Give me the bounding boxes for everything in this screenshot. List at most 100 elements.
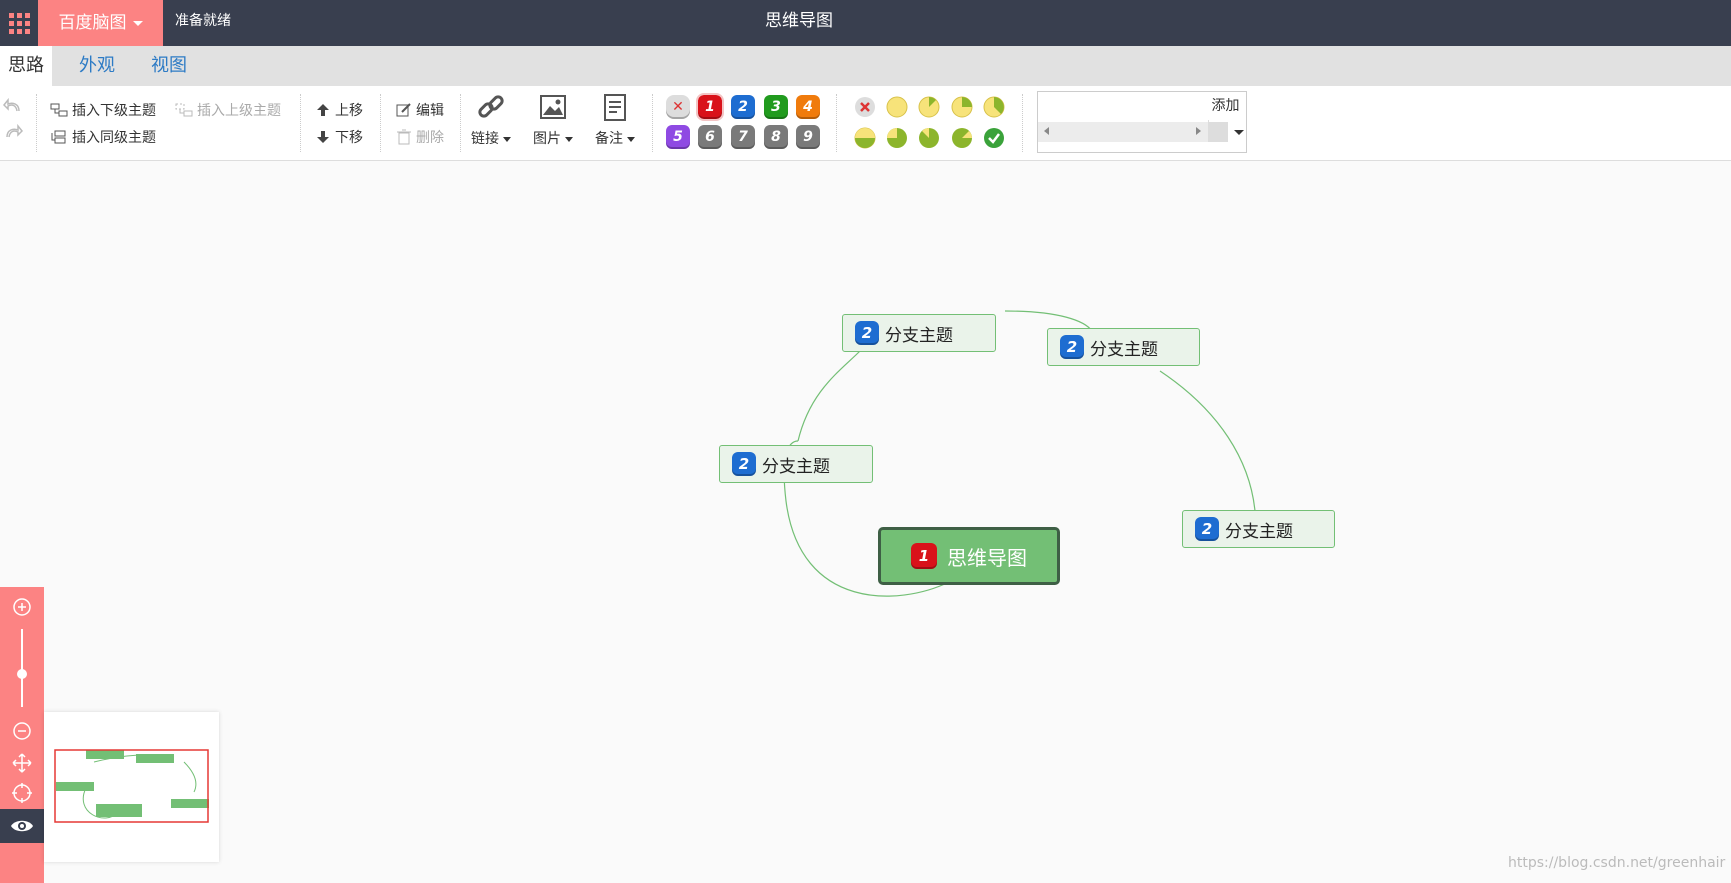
priority-7-icon[interactable]: 7 xyxy=(731,125,755,149)
branch-label: 分支主题 xyxy=(885,325,953,346)
resource-dropdown-icon[interactable] xyxy=(1234,130,1244,135)
edit-label: 编辑 xyxy=(416,103,444,119)
move-up-label: 上移 xyxy=(335,103,363,119)
priority-2-icon: 2 xyxy=(1060,335,1084,359)
divider xyxy=(300,94,301,152)
priority-9-icon[interactable]: 9 xyxy=(796,125,820,149)
chevron-down-icon xyxy=(565,136,573,142)
redo-icon[interactable] xyxy=(3,122,23,140)
scroll-thumb[interactable] xyxy=(1208,122,1228,142)
zoom-slider[interactable] xyxy=(21,629,23,707)
zoom-out-icon[interactable] xyxy=(12,721,32,741)
link-icon xyxy=(478,95,504,118)
insert-sibling-button[interactable]: 插入同级主题 xyxy=(50,127,156,147)
chevron-down-icon xyxy=(503,136,511,142)
navigator-toggle-button[interactable] xyxy=(0,809,44,843)
branch-label: 分支主题 xyxy=(1090,339,1158,360)
delete-label: 删除 xyxy=(416,130,444,146)
priority-2-icon: 2 xyxy=(855,321,879,345)
minimap-preview xyxy=(54,749,209,823)
priority-3-icon[interactable]: 3 xyxy=(764,95,788,119)
progress-7-icon[interactable] xyxy=(951,127,973,149)
minimap[interactable] xyxy=(44,712,219,862)
priority-5-icon[interactable]: 5 xyxy=(666,125,690,149)
move-down-label: 下移 xyxy=(335,130,363,146)
insert-parent-icon xyxy=(175,103,193,117)
image-button[interactable]: 图片 xyxy=(528,92,578,148)
image-label: 图片 xyxy=(533,131,561,147)
divider xyxy=(836,94,837,152)
priority-2-icon: 2 xyxy=(732,452,756,476)
trash-icon xyxy=(397,129,411,145)
progress-done-icon[interactable] xyxy=(983,127,1005,149)
root-node[interactable]: 1 思维导图 xyxy=(878,527,1060,585)
link-button[interactable]: 链接 xyxy=(466,92,516,148)
progress-0-icon[interactable] xyxy=(886,96,908,118)
resource-add-button[interactable]: 添加 xyxy=(1205,92,1246,120)
zoom-in-icon[interactable] xyxy=(12,597,32,617)
tab-view[interactable]: 视图 xyxy=(143,46,195,86)
branch-label: 分支主题 xyxy=(1225,521,1293,542)
progress-4-icon[interactable] xyxy=(854,127,876,149)
tab-bar: 思路 外观 视图 xyxy=(0,46,1731,86)
progress-5-icon[interactable] xyxy=(886,127,908,149)
move-down-button[interactable]: 下移 xyxy=(315,127,363,147)
locate-center-icon[interactable] xyxy=(12,783,32,803)
eye-icon xyxy=(11,820,33,832)
progress-2-icon[interactable] xyxy=(951,96,973,118)
chevron-down-icon xyxy=(627,136,635,142)
link-line xyxy=(797,350,861,442)
divider xyxy=(36,94,37,152)
note-button[interactable]: 备注 xyxy=(590,92,640,148)
zoom-panel xyxy=(0,587,44,883)
divider xyxy=(380,94,381,152)
branch-label: 分支主题 xyxy=(762,456,830,477)
root-label: 思维导图 xyxy=(947,545,1027,570)
tab-idea[interactable]: 思路 xyxy=(0,46,52,86)
insert-sibling-icon xyxy=(51,130,66,144)
resource-scrollbar[interactable] xyxy=(1038,122,1228,142)
insert-parent-button[interactable]: 插入上级主题 xyxy=(175,100,281,120)
edit-button[interactable]: 编辑 xyxy=(396,100,444,120)
link-line xyxy=(1159,370,1256,512)
divider xyxy=(652,94,653,152)
priority-1-icon: 1 xyxy=(911,543,937,569)
move-up-button[interactable]: 上移 xyxy=(315,100,363,120)
watermark: https://blog.csdn.net/greenhair xyxy=(1508,855,1726,871)
resource-input[interactable] xyxy=(1038,92,1209,123)
priority-4-icon[interactable]: 4 xyxy=(796,95,820,119)
zoom-slider-handle[interactable] xyxy=(17,669,27,679)
pencil-icon xyxy=(396,103,411,117)
branch-node[interactable]: 2 分支主题 xyxy=(1047,328,1200,366)
link-label: 链接 xyxy=(471,131,499,147)
note-icon xyxy=(604,94,626,121)
delete-button[interactable]: 删除 xyxy=(396,127,444,147)
branch-node[interactable]: 2 分支主题 xyxy=(719,445,873,483)
insert-child-button[interactable]: 插入下级主题 xyxy=(50,100,156,120)
priority-clear-icon[interactable]: ✕ xyxy=(666,95,690,119)
insert-sibling-label: 插入同级主题 xyxy=(72,130,156,146)
priority-2-icon[interactable]: 2 xyxy=(731,95,755,119)
divider xyxy=(460,94,461,152)
arrow-up-icon xyxy=(317,104,329,116)
branch-node[interactable]: 2 分支主题 xyxy=(1182,510,1335,548)
insert-child-icon xyxy=(50,103,68,117)
image-icon xyxy=(540,95,566,119)
priority-1-icon[interactable]: 1 xyxy=(696,93,724,121)
progress-1-icon[interactable] xyxy=(918,96,940,118)
progress-6-icon[interactable] xyxy=(918,127,940,149)
scroll-left-icon[interactable] xyxy=(1044,127,1049,135)
toolbar: 插入下级主题 插入上级主题 插入同级主题 上移 下移 编辑 删除 链接 图片 备… xyxy=(0,86,1731,161)
tab-appearance[interactable]: 外观 xyxy=(71,46,123,86)
undo-icon[interactable] xyxy=(3,96,23,114)
scroll-right-icon[interactable] xyxy=(1196,127,1201,135)
top-bar: 百度脑图 准备就绪 思维导图 xyxy=(0,0,1731,46)
priority-6-icon[interactable]: 6 xyxy=(698,125,722,149)
move-icon[interactable] xyxy=(12,753,32,773)
mindmap-canvas[interactable]: 2 分支主题 2 分支主题 2 分支主题 2 分支主题 1 思维导图 xyxy=(0,161,1731,883)
progress-3-icon[interactable] xyxy=(983,96,1005,118)
progress-clear-icon[interactable] xyxy=(854,96,876,118)
document-title[interactable]: 思维导图 xyxy=(0,0,1598,42)
branch-node[interactable]: 2 分支主题 xyxy=(842,314,996,352)
priority-8-icon[interactable]: 8 xyxy=(764,125,788,149)
